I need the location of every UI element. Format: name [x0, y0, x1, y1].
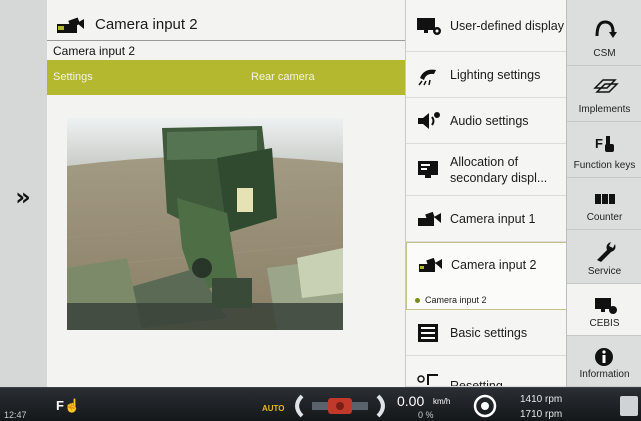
cebis-icon	[595, 298, 617, 314]
page-subtitle: Camera input 2	[47, 40, 405, 60]
menu-item-label: Lighting settings	[450, 67, 541, 82]
menu-item-camera-input-2[interactable]: Camera input 2 Camera input 2	[406, 242, 567, 310]
sliders-icon	[418, 323, 438, 342]
right-item-label: Function keys	[573, 160, 636, 171]
right-item-service[interactable]: Service	[567, 230, 641, 284]
menu-icon[interactable]	[620, 396, 638, 416]
speed-value: 0.00	[397, 393, 425, 409]
menu-item-label: Camera input 1	[450, 211, 536, 226]
right-item-function-keys[interactable]: F Function keys	[567, 122, 641, 178]
menu-item-label: Camera input 2	[451, 258, 537, 272]
content-header: Camera input 2	[47, 10, 405, 40]
clock: 12:47	[4, 410, 27, 420]
menu-item-basic-settings[interactable]: Basic settings	[406, 310, 567, 356]
settings-bar[interactable]: Settings Rear camera	[47, 60, 405, 95]
right-item-information[interactable]: Information	[567, 336, 641, 387]
settings-label: Settings	[53, 71, 93, 83]
implements-icon	[593, 79, 619, 93]
menu-item-camera-input-1[interactable]: Camera input 1	[406, 196, 567, 242]
right-item-implements[interactable]: Implements	[567, 66, 641, 122]
camera-icon	[419, 257, 442, 272]
right-item-label: Implements	[578, 104, 631, 115]
right-item-label: CEBIS	[589, 318, 620, 329]
right-panel: CSM Implements F Function keys Counter S…	[566, 0, 641, 387]
camera-icon	[418, 211, 441, 226]
camera-icon	[57, 17, 84, 33]
function-key-icon: F	[595, 136, 614, 152]
menu-item-label: Allocation of secondary displ...	[450, 154, 548, 185]
screen: » Camera input 2 Camera input 2 Settings…	[0, 0, 641, 421]
slip-value: 0 %	[418, 410, 434, 420]
menu-item-label: User-defined display	[450, 18, 564, 33]
wrench-icon	[597, 242, 616, 262]
sub-item-label: Camera input 2	[425, 295, 487, 305]
engine-rpm-2: 1710 rpm	[520, 409, 563, 420]
menu-item-label: Audio settings	[450, 113, 529, 128]
expand-panel-button[interactable]: »	[6, 182, 40, 212]
svg-text:F: F	[595, 136, 603, 151]
menu-item-user-defined-display[interactable]: User-defined display	[406, 0, 567, 52]
info-icon	[595, 348, 613, 366]
csm-arrow-icon	[595, 20, 617, 38]
menu-item-label: Basic settings	[450, 325, 528, 340]
menu-item-audio-settings[interactable]: Audio settings	[406, 98, 567, 144]
speed-unit: km/h	[433, 397, 451, 406]
engine-rpm-1: 1410 rpm	[520, 394, 563, 405]
right-item-cebis[interactable]: CEBIS	[567, 284, 641, 336]
menu-item-secondary-display[interactable]: Allocation of secondary displ...	[406, 144, 567, 196]
right-item-label: CSM	[593, 48, 616, 59]
right-item-label: Service	[587, 266, 622, 277]
status-dot	[415, 298, 420, 304]
status-bar: 12:47 F☝ AUTO 0.00 km/h 0 % 1410 rpm 171…	[0, 387, 641, 421]
steering-indicator	[295, 394, 385, 418]
reset-icon	[417, 374, 438, 385]
function-key-shortcut[interactable]: F☝	[56, 398, 80, 414]
speaker-gear-icon	[418, 111, 440, 129]
camera-mode-value: Rear camera	[251, 71, 315, 83]
right-item-counter[interactable]: Counter	[567, 178, 641, 230]
monitor-icon	[418, 160, 438, 178]
menu-item-resetting[interactable]: Resetting	[406, 356, 567, 387]
menu-item-lighting-settings[interactable]: Lighting settings	[406, 52, 567, 98]
target-icon[interactable]	[472, 393, 498, 419]
menu-item-label: Resetting	[450, 379, 503, 387]
main-content: Camera input 2 Camera input 2 Settings R…	[47, 0, 405, 387]
settings-menu: User-defined display Lighting settings A…	[405, 0, 567, 387]
right-item-csm[interactable]: CSM	[567, 0, 641, 66]
lighting-icon	[418, 69, 436, 85]
counter-icon	[595, 194, 615, 204]
left-gutter: »	[0, 0, 47, 387]
selected-sub-item: Camera input 2	[415, 295, 487, 305]
right-item-label: Counter	[586, 212, 623, 223]
page-title: Camera input 2	[95, 16, 198, 33]
display-gear-icon	[417, 17, 441, 35]
auto-mode-label: AUTO	[262, 404, 285, 413]
right-item-label: Information	[579, 369, 630, 380]
camera-feed-image	[67, 118, 343, 330]
